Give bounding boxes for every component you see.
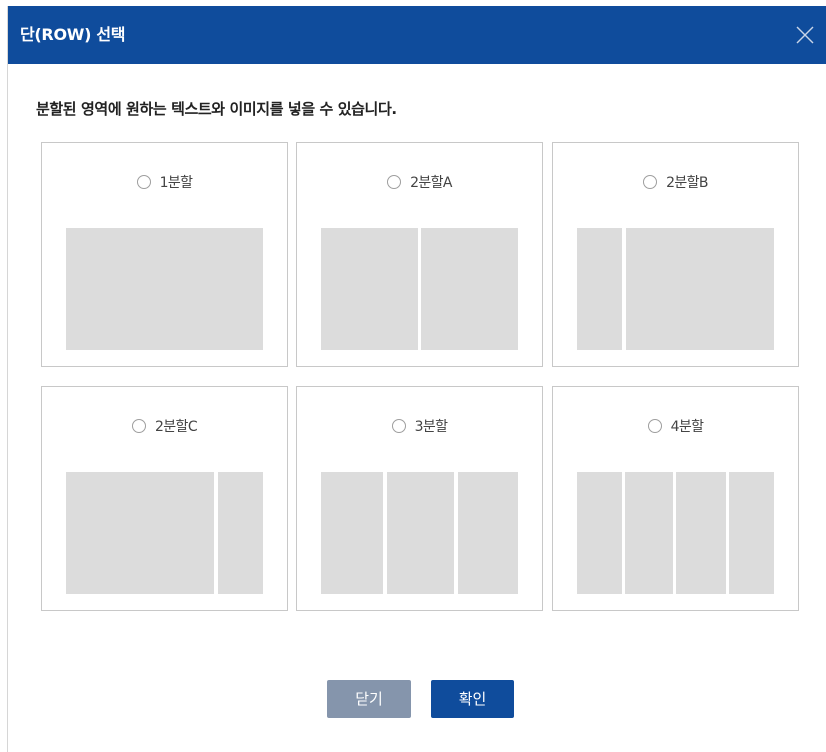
radio-icon[interactable] xyxy=(131,419,146,433)
preview-column xyxy=(458,472,518,594)
option-label: 4분할 xyxy=(553,416,798,436)
close-icon xyxy=(796,26,814,44)
option-label-text: 1분할 xyxy=(159,175,193,191)
layout-option-2-split-c[interactable]: 2분할C xyxy=(41,386,288,611)
radio-icon[interactable] xyxy=(391,419,406,433)
option-label-text: 4분할 xyxy=(670,419,704,435)
preview-column xyxy=(626,228,774,350)
layout-option-1-split[interactable]: 1분할 xyxy=(41,142,288,367)
option-label: 2분할A xyxy=(297,172,542,192)
layout-preview xyxy=(321,472,518,594)
layout-preview xyxy=(66,228,263,350)
preview-column xyxy=(321,472,383,594)
preview-column xyxy=(676,472,726,594)
layout-option-2-split-b[interactable]: 2분할B xyxy=(552,142,799,367)
close-dialog-button[interactable]: 닫기 xyxy=(327,680,411,718)
radio-icon[interactable] xyxy=(387,175,402,189)
option-label: 2분할B xyxy=(553,172,798,192)
preview-column xyxy=(321,228,418,350)
layout-preview xyxy=(66,472,263,594)
layout-preview xyxy=(321,228,518,350)
preview-column xyxy=(218,472,263,594)
dialog-header: 단(ROW) 선택 xyxy=(8,6,826,64)
option-label-text: 2분할B xyxy=(666,175,708,191)
dialog-title: 단(ROW) 선택 xyxy=(20,25,126,44)
option-label-text: 3분할 xyxy=(414,419,448,435)
option-label: 1분할 xyxy=(42,172,287,192)
radio-icon[interactable] xyxy=(643,175,658,189)
preview-column xyxy=(66,472,214,594)
preview-column xyxy=(387,472,454,594)
radio-icon[interactable] xyxy=(136,175,151,189)
option-label-text: 2분할A xyxy=(410,175,452,191)
option-label: 3분할 xyxy=(297,416,542,436)
radio-icon[interactable] xyxy=(647,419,662,433)
option-label-text: 2분할C xyxy=(154,419,198,435)
layout-option-4-split[interactable]: 4분할 xyxy=(552,386,799,611)
close-button[interactable] xyxy=(791,21,819,49)
preview-column xyxy=(421,228,518,350)
confirm-button[interactable]: 확인 xyxy=(431,680,514,718)
option-label: 2분할C xyxy=(42,416,287,436)
preview-column xyxy=(625,472,673,594)
preview-column xyxy=(577,228,622,350)
row-select-dialog: 단(ROW) 선택 분할된 영역에 원하는 텍스트와 이미지를 넣을 수 있습니… xyxy=(7,6,826,752)
dialog-description: 분할된 영역에 원하는 텍스트와 이미지를 넣을 수 있습니다. xyxy=(36,100,397,118)
layout-preview xyxy=(577,228,774,350)
layout-option-2-split-a[interactable]: 2분할A xyxy=(296,142,543,367)
preview-column xyxy=(66,228,263,350)
layout-option-3-split[interactable]: 3분할 xyxy=(296,386,543,611)
layout-preview xyxy=(577,472,774,594)
preview-column xyxy=(577,472,622,594)
preview-column xyxy=(729,472,774,594)
